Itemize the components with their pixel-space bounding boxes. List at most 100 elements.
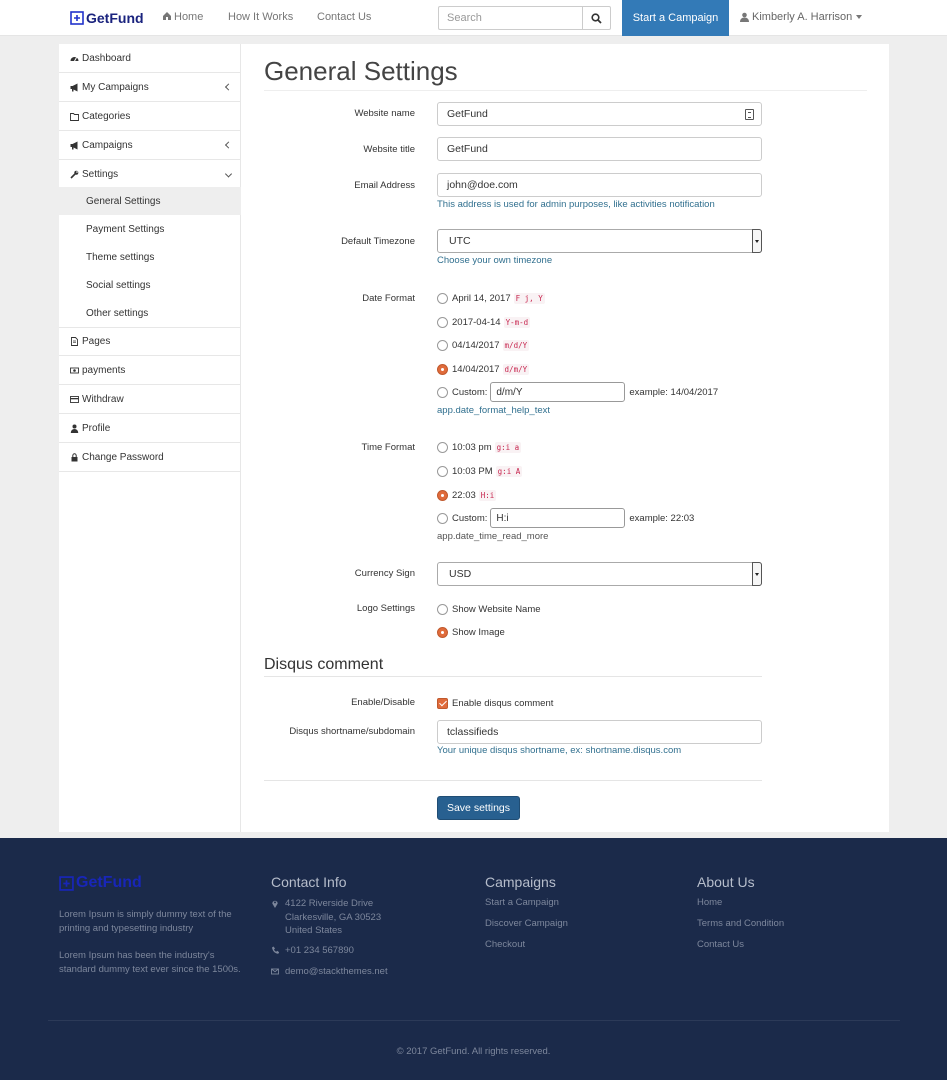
footer-link-discover-campaign[interactable]: Discover Campaign [485,918,568,929]
user-icon [740,12,749,22]
date-option-1[interactable]: April 14, 2017 F j, Y [437,291,545,305]
email-input[interactable]: john@doe.com [437,173,762,197]
radio-button[interactable] [437,465,448,477]
footer-email[interactable]: demo@stackthemes.net [271,965,388,979]
copyright-text: © 2017 GetFund. All rights reserved. [396,1046,551,1057]
date-option-code: m/d/Y [502,339,530,351]
date-option-text: 04/14/2017 [452,339,500,351]
autofill-icon[interactable] [745,109,754,120]
footer-brand-logo[interactable]: GetFund [59,874,142,892]
time-help-text[interactable]: app.date_time_read_more [437,531,548,542]
time-option-1[interactable]: 10:03 pm g:i a [437,440,522,454]
footer: GetFund Lorem Ipsum is simply dummy text… [0,838,947,1080]
nav-contact-us[interactable]: Contact Us [317,11,371,23]
footer-divider [48,1020,900,1021]
select-arrow-icon [752,562,762,586]
user-name: Kimberly A. Harrison [752,11,853,23]
radio-button[interactable] [437,386,448,398]
sidebar-item-pages[interactable]: Pages [59,327,241,356]
sidebar-subitem-general-settings[interactable]: General Settings [59,187,241,215]
logo-settings-label: Logo Settings [356,603,415,614]
date-option-4[interactable]: 14/04/2017 d/m/Y [437,362,530,376]
footer-about-title: About Us [697,874,755,890]
date-option-2[interactable]: 2017-04-14 Y-m-d [437,315,531,329]
phone-icon [272,946,279,954]
brand-logo[interactable]: GetFund [70,9,144,27]
sidebar-subitem-other-settings[interactable]: Other settings [59,299,241,327]
radio-button[interactable] [437,603,448,615]
radio-button[interactable] [437,441,448,453]
time-option-2[interactable]: 10:03 PM g:i A [437,464,523,478]
sidebar-item-settings[interactable]: Settings [59,160,241,189]
footer-link-contact-us[interactable]: Contact Us [697,939,744,950]
dashboard-icon [70,56,79,61]
time-custom-input[interactable]: H:i [490,508,626,528]
radio-button[interactable] [437,292,448,304]
sidebar-item-categories[interactable]: Categories [59,102,241,131]
date-option-3[interactable]: 04/14/2017 m/d/Y [437,338,530,352]
time-option-custom[interactable]: Custom: H:i example: 22:03 [437,508,694,528]
sidebar-item-profile[interactable]: Profile [59,414,241,443]
radio-button[interactable] [437,339,448,351]
logo-option-website-name[interactable]: Show Website Name [437,602,541,616]
footer-address: 4122 Riverside Drive Clarkesville, GA 30… [271,897,381,938]
disqus-shortname-input[interactable]: tclassifieds [437,720,762,744]
envelope-icon [271,968,279,975]
website-name-input[interactable]: GetFund [437,102,762,126]
enable-disqus-checkbox-row[interactable]: Enable disqus comment [437,696,553,710]
sidebar-subitem-theme-settings[interactable]: Theme settings [59,243,241,271]
sidebar-item-label: Withdraw [82,393,124,405]
start-campaign-button[interactable]: Start a Campaign [622,0,729,36]
footer-link-terms[interactable]: Terms and Condition [697,918,784,929]
date-help-text[interactable]: app.date_format_help_text [437,405,550,416]
sidebar-item-dashboard[interactable]: Dashboard [59,44,241,73]
save-settings-button[interactable]: Save settings [437,796,520,820]
chevron-left-icon [224,83,233,91]
sidebar-item-change-password[interactable]: Change Password [59,443,241,472]
user-menu[interactable]: Kimberly A. Harrison [740,11,863,23]
sidebar-item-payments[interactable]: payments [59,356,241,385]
chevron-left-icon [224,141,233,149]
sidebar-subitem-social-settings[interactable]: Social settings [59,271,241,299]
date-option-custom[interactable]: Custom: d/m/Y example: 14/04/2017 [437,382,718,402]
website-name-value: GetFund [447,108,488,120]
sidebar-item-label: My Campaigns [82,81,149,93]
footer-link-checkout[interactable]: Checkout [485,939,525,950]
nav-home[interactable]: Home [162,11,203,23]
timezone-select[interactable]: UTC [437,229,762,253]
enable-disqus-text: Enable disqus comment [452,697,554,709]
time-option-text: 22:03 [452,489,476,501]
radio-button[interactable] [437,512,448,524]
time-option-3[interactable]: 22:03 H:i [437,488,497,502]
currency-select[interactable]: USD [437,562,762,586]
footer-campaigns-title: Campaigns [485,874,556,890]
website-title-label: Website title [363,144,415,155]
bullhorn-icon [70,83,78,91]
footer-about-2: Lorem Ipsum has been the industry's stan… [59,950,241,975]
enable-disable-label: Enable/Disable [351,697,415,708]
footer-link-start-campaign[interactable]: Start a Campaign [485,897,559,908]
footer-phone: +01 234 567890 [271,944,354,958]
radio-button-selected[interactable] [437,489,448,501]
address-line-3: United States [285,925,343,936]
sidebar-subitem-payment-settings[interactable]: Payment Settings [59,215,241,243]
logo-option-text: Show Image [452,626,505,638]
checkbox-checked[interactable] [437,697,448,709]
currency-label: Currency Sign [354,568,415,579]
sidebar-item-my-campaigns[interactable]: My Campaigns [59,73,241,102]
logo-option-image[interactable]: Show Image [437,625,505,639]
timezone-help-text: Choose your own timezone [437,255,553,266]
file-icon [71,337,78,346]
radio-button[interactable] [437,316,448,328]
sidebar-item-campaigns[interactable]: Campaigns [59,131,241,160]
date-custom-input[interactable]: d/m/Y [490,382,626,402]
sidebar-item-withdraw[interactable]: Withdraw [59,385,241,414]
nav-how-it-works[interactable]: How It Works [228,11,293,23]
caret-down-icon [856,15,863,19]
website-title-input[interactable]: GetFund [437,137,762,161]
search-button[interactable] [582,6,611,30]
radio-button-selected[interactable] [437,626,448,638]
footer-link-home[interactable]: Home [697,897,722,908]
search-input[interactable]: Search [438,6,583,30]
radio-button-selected[interactable] [437,363,448,375]
